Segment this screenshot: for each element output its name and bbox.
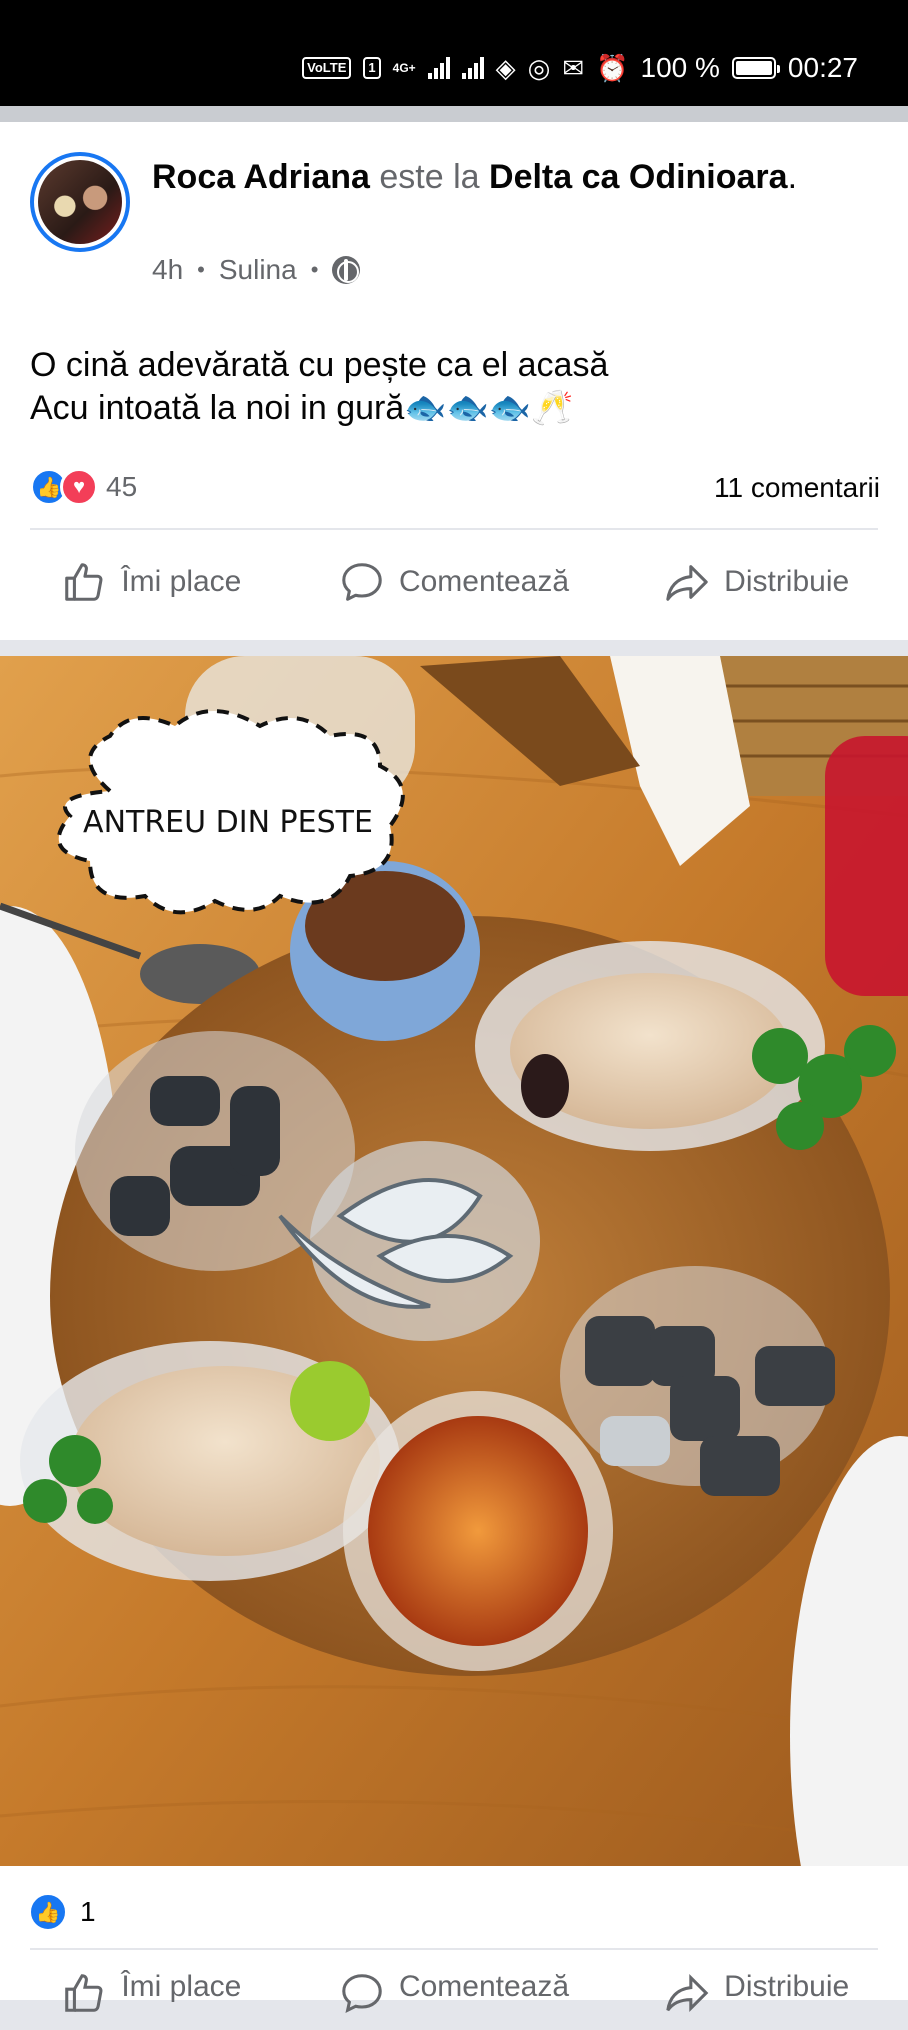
reaction-count: 45 (106, 471, 138, 502)
post-actions: Îmi place Comentează Distribuie (0, 542, 908, 622)
sim-badge: 1 (363, 57, 381, 79)
share-icon-2 (666, 1973, 709, 2013)
battery-percent: 100 % (640, 52, 720, 83)
photo-share-label: Distribuie (724, 1970, 850, 2003)
instagram-icon: ◎ (527, 52, 551, 83)
feed-separator (0, 106, 908, 122)
food-photo-illustration: ANTREU DIN PESTE (0, 656, 908, 1866)
photo-comment-button[interactable]: Comentează (303, 1970, 606, 2030)
photo-comment-label: Comentează (398, 1970, 570, 2003)
comment-button[interactable]: Comentează (303, 542, 606, 622)
place-suffix: . (787, 158, 798, 196)
photo-like-button[interactable]: Îmi place (0, 1970, 303, 2030)
photo-footer: 👍 1 Îmi place Comentează Distribuie (0, 1866, 908, 2014)
comment-icon-2 (342, 1974, 382, 2014)
meta-dot-2: • (310, 257, 319, 282)
status-bar: VoLTE 1 4G+ ◈ ◎ ✉ ⏰ 100 % 00:27 (0, 0, 908, 106)
photo-reaction-count[interactable]: 1 (80, 1896, 96, 1928)
like-button[interactable]: Îmi place (0, 542, 303, 622)
post-time[interactable]: 4h (152, 254, 183, 286)
signal-bars-icon (427, 57, 450, 79)
share-label: Distribuie (724, 565, 850, 598)
author-name[interactable]: Roca Adriana (152, 158, 370, 196)
love-icon: ♥ (60, 468, 98, 506)
photo-like-icon: 👍 (28, 1892, 68, 1932)
red-drink-glass (825, 736, 908, 996)
status-icons: VoLTE 1 4G+ ◈ ◎ ✉ ⏰ 100 % 00:27 (302, 50, 858, 86)
thumbs-up-icon-2 (65, 1974, 103, 2012)
fish-zacusca (368, 1416, 588, 1646)
comment-icon (342, 563, 382, 601)
avatar-photo (38, 160, 122, 244)
mail-icon: ✉ (562, 52, 585, 83)
like-label: Îmi place (121, 565, 242, 598)
share-icon (666, 565, 708, 601)
photo-actions: Îmi place Comentează Distribuie (0, 1970, 908, 2030)
globe-icon (332, 256, 361, 284)
post-text: O cină adevărată cu pește ca el acasă Ac… (30, 344, 880, 430)
photo-share-button[interactable]: Distribuie (605, 1970, 908, 2030)
meta-dot: • (197, 257, 205, 282)
post-text-line-1: O cină adevărată cu pește ca el acasă (30, 346, 609, 384)
app-notification-icon: ◈ (495, 52, 516, 83)
avatar[interactable] (30, 152, 130, 252)
post-photo[interactable]: ANTREU DIN PESTE (0, 656, 908, 1866)
thumbs-up-icon (65, 563, 103, 601)
photo-divider (30, 1948, 878, 1950)
checkin-place[interactable]: Delta ca Odinioara (489, 158, 788, 196)
volte-badge: VoLTE (302, 57, 352, 79)
clock: 00:27 (787, 52, 858, 83)
alarm-icon: ⏰ (596, 52, 629, 83)
lime-slice (290, 1361, 370, 1441)
share-button[interactable]: Distribuie (605, 542, 908, 622)
battery-fill (735, 61, 772, 75)
battery-icon (731, 57, 780, 79)
olive (521, 1054, 569, 1118)
network-type: 4G+ (392, 61, 416, 75)
reaction-summary[interactable]: 👍 ♥ 45 (30, 468, 137, 506)
comments-count[interactable]: 11 comentarii (714, 472, 880, 504)
post-header: Roca Adriana este la Delta ca Odinioara. (152, 156, 852, 199)
signal-bars-2-icon (461, 57, 484, 79)
post-meta: 4h • Sulina • (152, 254, 361, 286)
post-card: Roca Adriana este la Delta ca Odinioara.… (0, 122, 908, 640)
post-text-line-2: Acu intoată la noi in gură🐟🐟🐟🥂 (30, 389, 574, 427)
divider (30, 528, 878, 530)
post-location[interactable]: Sulina (219, 254, 297, 286)
checkin-connector: este la (379, 158, 480, 196)
photo-like-label: Îmi place (121, 1970, 242, 2003)
comment-label: Comentează (398, 565, 570, 598)
sticker-text: ANTREU DIN PESTE (83, 805, 373, 840)
